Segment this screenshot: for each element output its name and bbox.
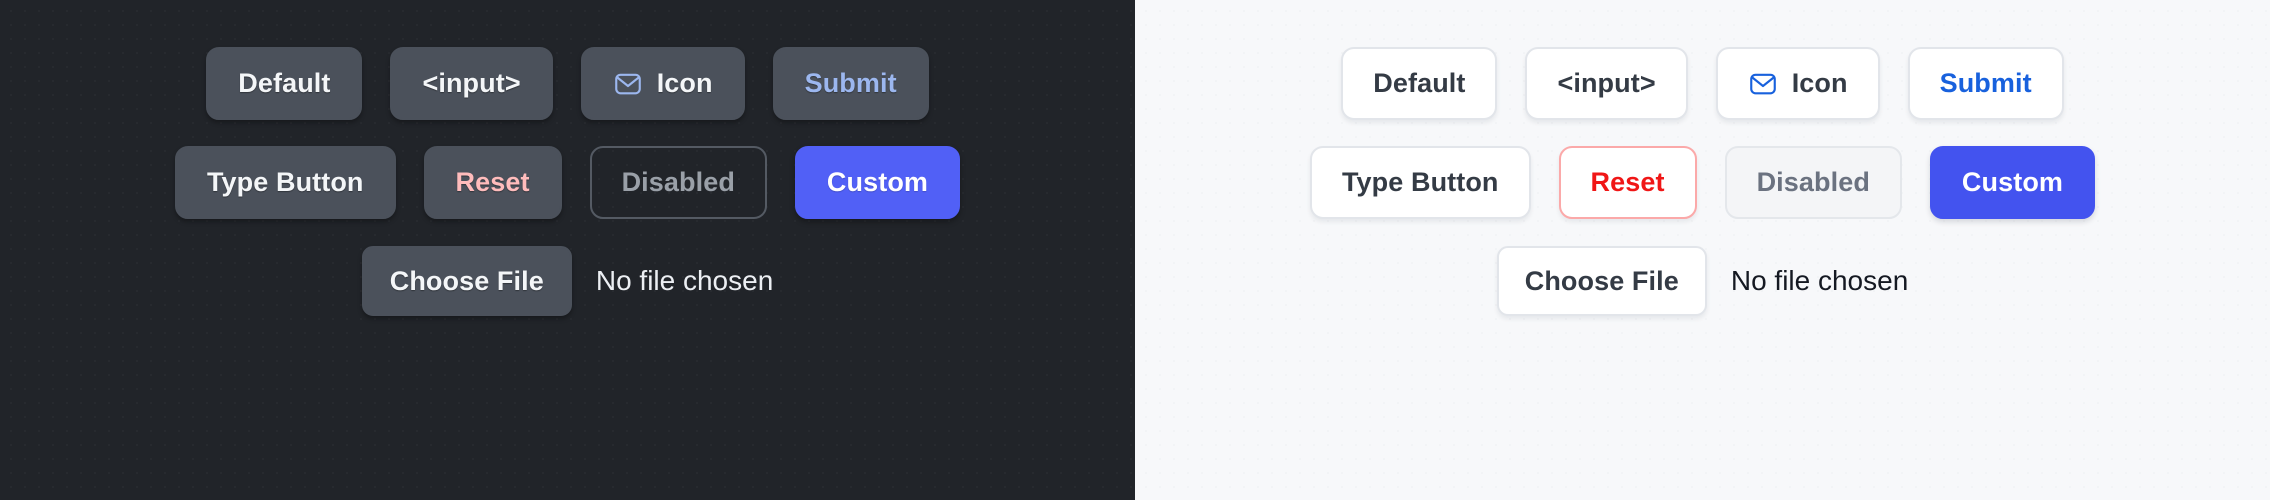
- dark-custom-button-label: Custom: [826, 167, 929, 197]
- dark-reset-button-label: Reset: [455, 167, 530, 197]
- light-reset-button-label: Reset: [1590, 167, 1665, 197]
- dark-submit-button[interactable]: Submit: [772, 47, 929, 120]
- dark-file-input[interactable]: Choose File No file chosen: [361, 246, 774, 316]
- dark-choose-file-label: Choose File: [389, 265, 544, 296]
- dark-file-status-text: No file chosen: [595, 265, 774, 296]
- light-button-row-2: Type Button Reset Disabled Custom: [1135, 146, 2270, 219]
- light-choose-file-label: Choose File: [1524, 265, 1679, 296]
- light-disabled-button: Disabled: [1724, 146, 1902, 219]
- dark-file-input-row: Choose File No file chosen: [0, 246, 1135, 316]
- light-input-button-label: <input>: [1557, 68, 1656, 98]
- light-custom-button-label: Custom: [1961, 167, 2064, 197]
- light-choose-file-button[interactable]: Choose File: [1496, 246, 1707, 316]
- dark-reset-button[interactable]: Reset: [423, 146, 562, 219]
- dark-submit-button-label: Submit: [804, 68, 897, 98]
- dark-custom-button[interactable]: Custom: [794, 146, 961, 219]
- envelope-icon: [613, 69, 643, 99]
- dark-disabled-button-label: Disabled: [621, 167, 735, 197]
- light-disabled-button-label: Disabled: [1756, 167, 1870, 197]
- dark-default-button-label: Default: [238, 68, 331, 98]
- light-submit-button[interactable]: Submit: [1907, 47, 2064, 120]
- dark-disabled-button: Disabled: [589, 146, 767, 219]
- light-default-button[interactable]: Default: [1341, 47, 1498, 120]
- dark-button-groups: Default <input> Icon Submit Type Button …: [0, 0, 1135, 316]
- light-custom-button[interactable]: Custom: [1929, 146, 2096, 219]
- dark-theme-panel: Default <input> Icon Submit Type Button …: [0, 0, 1135, 500]
- light-type-button-label: Type Button: [1341, 167, 1499, 197]
- dark-icon-button-label: Icon: [656, 68, 713, 98]
- light-type-button[interactable]: Type Button: [1309, 146, 1531, 219]
- light-theme-panel: Default <input> Icon Submit Type Button …: [1135, 0, 2270, 500]
- dark-type-button[interactable]: Type Button: [174, 146, 396, 219]
- light-file-input-row: Choose File No file chosen: [1135, 246, 2270, 316]
- light-default-button-label: Default: [1373, 68, 1466, 98]
- light-submit-button-label: Submit: [1939, 68, 2032, 98]
- dark-icon-button[interactable]: Icon: [580, 47, 745, 120]
- light-reset-button[interactable]: Reset: [1558, 146, 1697, 219]
- dark-choose-file-button[interactable]: Choose File: [361, 246, 572, 316]
- light-icon-button-label: Icon: [1791, 68, 1848, 98]
- dark-input-button-label: <input>: [422, 68, 521, 98]
- dark-input-button[interactable]: <input>: [390, 47, 553, 120]
- light-button-groups: Default <input> Icon Submit Type Button …: [1135, 0, 2270, 316]
- theme-comparison-stage: Default <input> Icon Submit Type Button …: [0, 0, 2270, 500]
- dark-button-row-2: Type Button Reset Disabled Custom: [0, 146, 1135, 219]
- light-input-button[interactable]: <input>: [1525, 47, 1688, 120]
- light-button-row-1: Default <input> Icon Submit: [1135, 47, 2270, 120]
- light-file-status-text: No file chosen: [1730, 265, 1909, 296]
- light-icon-button[interactable]: Icon: [1715, 47, 1880, 120]
- dark-default-button[interactable]: Default: [206, 47, 363, 120]
- light-file-input[interactable]: Choose File No file chosen: [1496, 246, 1909, 316]
- dark-type-button-label: Type Button: [206, 167, 364, 197]
- envelope-icon: [1748, 69, 1778, 99]
- dark-button-row-1: Default <input> Icon Submit: [0, 47, 1135, 120]
